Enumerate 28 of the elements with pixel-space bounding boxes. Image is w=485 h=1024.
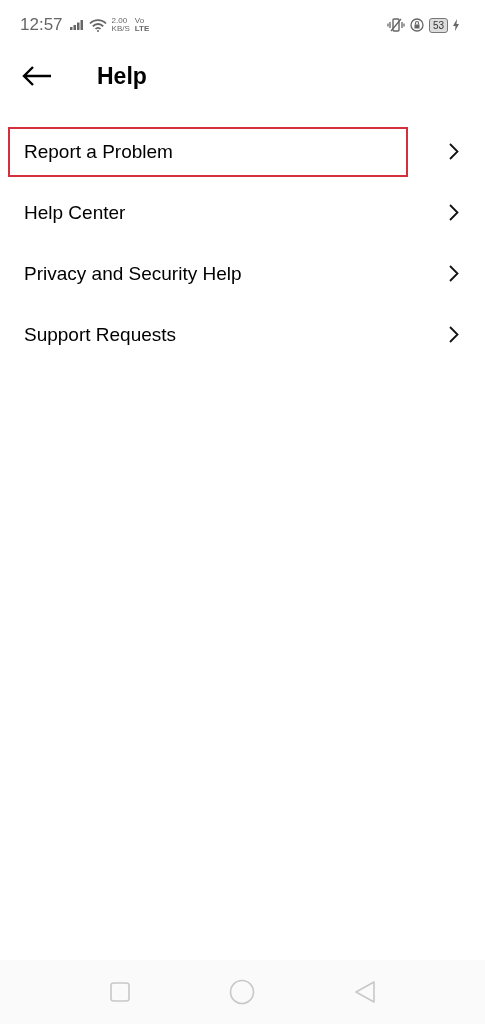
menu-item-label: Support Requests <box>23 322 178 347</box>
vibrate-icon <box>386 18 405 32</box>
lte-label: LTE <box>134 25 150 33</box>
menu-item-label: Help Center <box>23 200 127 225</box>
volte-label: Vo <box>134 17 146 25</box>
menu-item[interactable]: Help Center <box>0 182 485 243</box>
home-button[interactable] <box>228 979 255 1005</box>
page-title: Help <box>97 62 147 90</box>
chevron-icon <box>449 326 459 343</box>
rotation-lock-icon <box>409 18 424 32</box>
battery-level: 53 <box>428 17 448 33</box>
speed-unit: KB/S <box>111 25 130 33</box>
chevron-icon <box>449 143 459 160</box>
chevron-icon <box>449 204 459 221</box>
wifi-icon <box>88 18 107 32</box>
charging-icon <box>453 19 459 31</box>
menu-item[interactable]: Support Requests <box>0 304 485 365</box>
chevron-icon <box>449 265 459 282</box>
back-nav-button[interactable] <box>353 980 376 1004</box>
menu-item[interactable]: Report a Problem <box>0 121 485 182</box>
back-arrow-icon <box>22 66 52 86</box>
menu-item-label: Report a Problem <box>8 126 408 177</box>
recents-button[interactable] <box>109 982 130 1002</box>
menu-item-label: Privacy and Security Help <box>23 261 243 286</box>
network-speed: 2.00 <box>111 17 129 25</box>
menu-item[interactable]: Privacy and Security Help <box>0 243 485 304</box>
signal-icon <box>69 20 84 30</box>
status-time: 12:57 <box>20 15 63 35</box>
